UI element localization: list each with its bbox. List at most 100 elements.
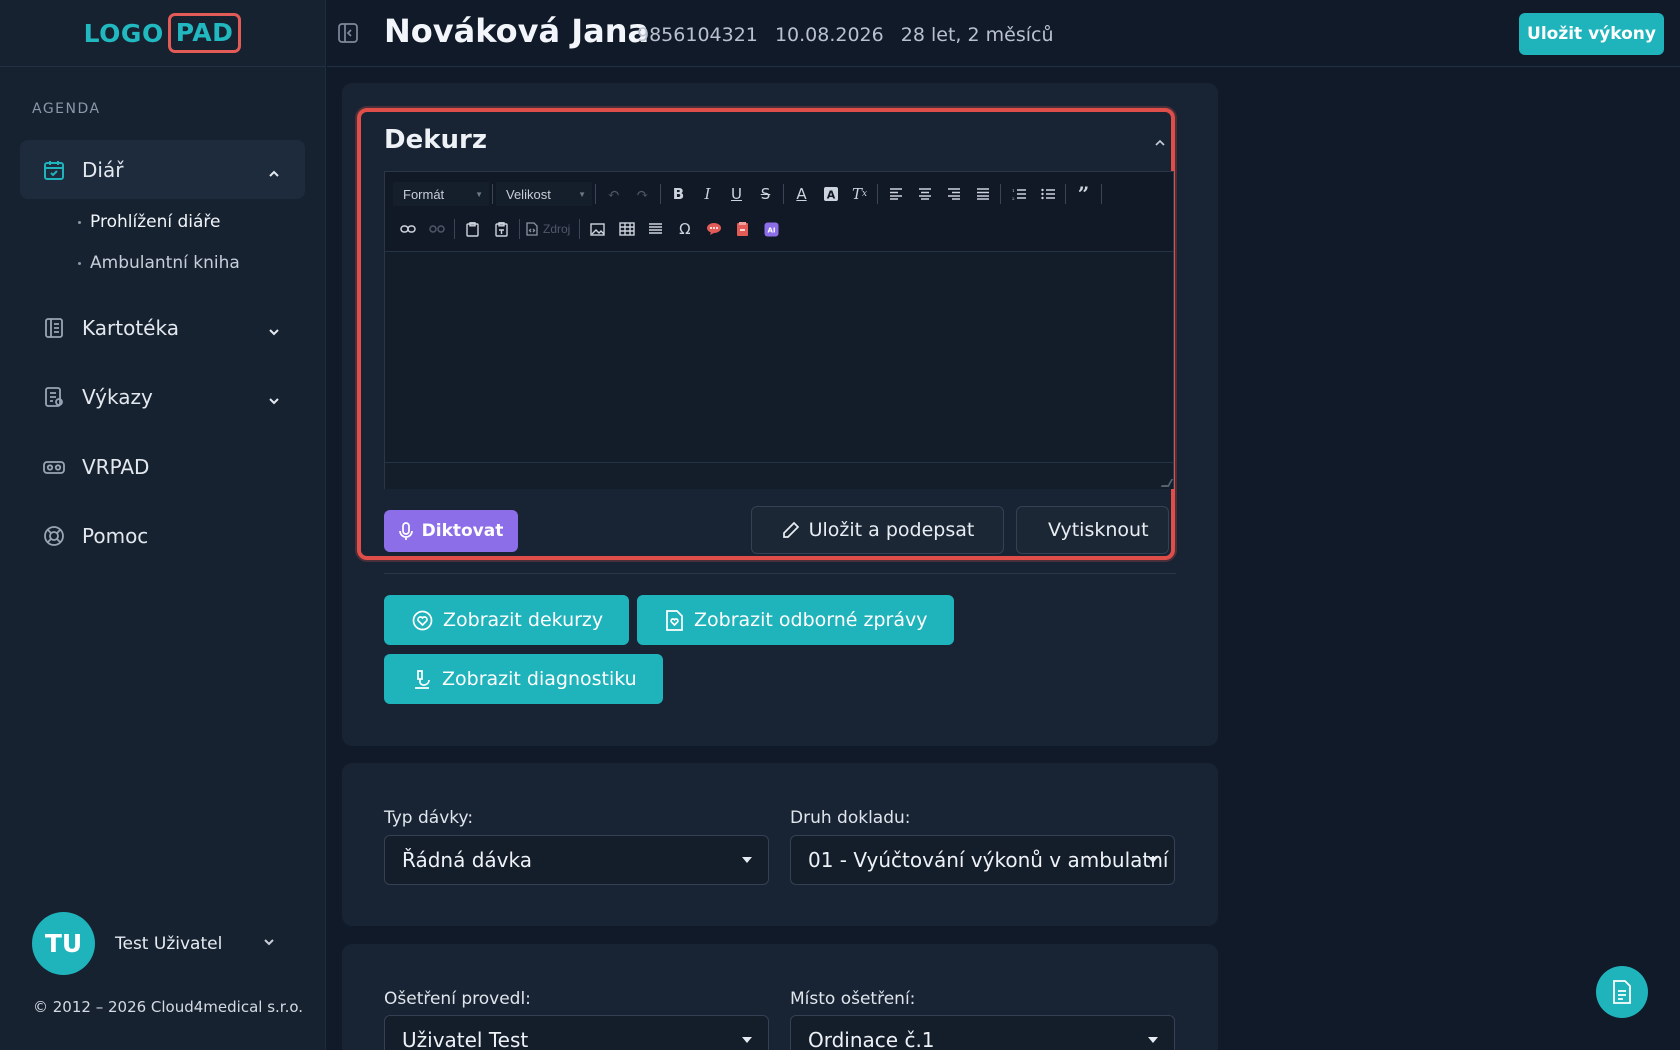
horizontal-line-icon[interactable] xyxy=(641,216,670,242)
toolbar-separator xyxy=(519,219,520,239)
sidebar-item-label: Kartotéka xyxy=(82,315,179,340)
toolbar-separator xyxy=(660,184,661,204)
sidebar-item-vykazy[interactable]: Výkazy xyxy=(20,367,305,426)
paste-text-icon[interactable] xyxy=(487,216,516,242)
table-icon[interactable] xyxy=(612,216,641,242)
save-and-sign-label: Uložit a podepsat xyxy=(808,519,975,541)
user-menu[interactable]: TU Test Uživatel xyxy=(32,912,276,975)
show-diagnostics-button[interactable]: Zobrazit diagnostiku xyxy=(384,654,663,704)
print-button[interactable]: Vytisknout xyxy=(1016,506,1169,554)
book-icon xyxy=(42,316,66,340)
paste-icon[interactable] xyxy=(458,216,487,242)
redo-icon[interactable]: ↷ xyxy=(628,181,657,207)
resize-handle-icon[interactable] xyxy=(1160,479,1174,487)
dekurz-title: Dekurz xyxy=(384,125,487,155)
bullet-list-icon[interactable] xyxy=(1033,181,1062,207)
batch-type-label: Typ dávky: xyxy=(384,808,474,828)
numbered-list-icon[interactable]: 12 xyxy=(1004,181,1033,207)
patient-name: Nováková Jana xyxy=(384,12,650,50)
unlink-icon[interactable] xyxy=(422,216,451,242)
dropdown-arrow-icon xyxy=(742,857,752,863)
dekurz-card: Dekurz Formát ▼ Velikost ▼ ↶ ↷ B I U S A… xyxy=(342,83,1218,746)
bold-icon[interactable]: B xyxy=(664,181,693,207)
editor-statusbar xyxy=(385,462,1174,489)
pencil-icon xyxy=(781,521,800,540)
lifebuoy-icon xyxy=(42,524,66,548)
source-label[interactable]: Zdroj xyxy=(543,222,570,236)
batch-type-select[interactable]: Řádná dávka xyxy=(384,835,769,885)
template-icon[interactable] xyxy=(728,216,757,242)
chevron-down-icon xyxy=(267,320,281,344)
microscope-icon xyxy=(412,669,432,690)
save-and-sign-button[interactable]: Uložit a podepsat xyxy=(751,506,1004,554)
align-right-icon[interactable] xyxy=(939,181,968,207)
sidebar-item-label: Diář xyxy=(82,157,124,182)
align-left-icon[interactable] xyxy=(881,181,910,207)
place-value: Ordinace č.1 xyxy=(808,1028,935,1050)
sidebar-subitem-label: Ambulantní kniha xyxy=(90,253,240,273)
sidebar-subitem-prohlizeni[interactable]: Prohlížení diáře xyxy=(78,212,220,232)
dictate-button[interactable]: Diktovat xyxy=(384,510,518,552)
medical-document-icon xyxy=(665,609,684,631)
ai-icon[interactable]: AI xyxy=(757,216,786,242)
patient-date: 10.08.2026 xyxy=(774,24,884,46)
vr-icon xyxy=(42,455,66,479)
heart-shield-icon xyxy=(412,610,433,631)
print-label: Vytisknout xyxy=(1048,519,1149,541)
sidebar-item-diar[interactable]: Diář xyxy=(20,140,305,199)
place-label: Místo ošetření: xyxy=(790,989,916,1009)
doc-type-select[interactable]: 01 - Vyúčtování výkonů v ambulatní p xyxy=(790,835,1175,885)
sidebar-subitem-ambulantni-kniha[interactable]: Ambulantní kniha xyxy=(78,253,240,273)
performed-by-select[interactable]: Uživatel Test xyxy=(384,1015,769,1050)
batch-type-value: Řádná dávka xyxy=(402,848,532,872)
image-icon[interactable] xyxy=(583,216,612,242)
background-color-icon[interactable]: A xyxy=(816,181,845,207)
chevron-up-icon xyxy=(267,162,281,186)
doc-type-label: Druh dokladu: xyxy=(790,808,911,828)
collapse-sidebar-icon[interactable] xyxy=(337,22,359,48)
show-dekurzy-button[interactable]: Zobrazit dekurzy xyxy=(384,595,629,645)
sidebar-item-pomoc[interactable]: Pomoc xyxy=(20,506,305,565)
blockquote-icon[interactable]: ” xyxy=(1069,181,1098,207)
save-services-button[interactable]: Uložit výkony xyxy=(1519,13,1664,55)
toolbar-separator xyxy=(492,184,493,204)
show-dekurzy-label: Zobrazit dekurzy xyxy=(443,609,604,631)
microphone-icon xyxy=(398,521,413,541)
strikethrough-icon[interactable]: S xyxy=(751,181,780,207)
patient-id: 9856104321 xyxy=(637,24,758,46)
size-select[interactable]: Velikost ▼ xyxy=(496,182,592,206)
align-center-icon[interactable] xyxy=(910,181,939,207)
underline-icon[interactable]: U xyxy=(722,181,751,207)
editor-content-area[interactable] xyxy=(385,252,1173,462)
editor-toolbar: Formát ▼ Velikost ▼ ↶ ↷ B I U S A A T x … xyxy=(385,172,1173,252)
comment-icon[interactable] xyxy=(699,216,728,242)
chevron-down-icon xyxy=(267,389,281,413)
toolbar-separator xyxy=(1101,184,1102,204)
place-select[interactable]: Ordinace č.1 xyxy=(790,1015,1175,1050)
logo[interactable]: LOGO PAD xyxy=(84,13,242,53)
section-label: AGENDA xyxy=(32,101,101,117)
format-label: Formát xyxy=(403,186,445,202)
format-select[interactable]: Formát ▼ xyxy=(393,182,489,206)
notes-fab-button[interactable] xyxy=(1596,966,1648,1018)
clear-format-icon[interactable]: Tx xyxy=(845,181,874,207)
bullet-icon xyxy=(78,261,81,265)
link-icon[interactable] xyxy=(393,216,422,242)
svg-text:AI: AI xyxy=(768,226,776,234)
justify-icon[interactable] xyxy=(968,181,997,207)
bullet-icon xyxy=(78,220,81,224)
italic-icon[interactable]: I xyxy=(693,181,722,207)
sidebar-item-label: Výkazy xyxy=(82,384,153,409)
dropdown-arrow-icon: ▼ xyxy=(475,189,483,199)
toolbar-separator xyxy=(579,219,581,239)
special-char-icon[interactable]: Ω xyxy=(670,216,699,242)
text-color-icon[interactable]: A xyxy=(787,181,816,207)
sidebar-item-kartoteka[interactable]: Kartotéka xyxy=(20,298,305,357)
collapse-caret-icon[interactable] xyxy=(1154,133,1166,152)
source-icon[interactable] xyxy=(523,216,541,242)
patient-meta: 9856104321 10.08.2026 28 let, 2 měsíců xyxy=(637,24,1065,46)
sidebar-item-vrpad[interactable]: VRPAD xyxy=(20,437,305,496)
patient-age: 28 let, 2 měsíců xyxy=(900,24,1054,46)
show-reports-button[interactable]: Zobrazit odborné zprávy xyxy=(637,595,954,645)
undo-icon[interactable]: ↶ xyxy=(599,181,628,207)
